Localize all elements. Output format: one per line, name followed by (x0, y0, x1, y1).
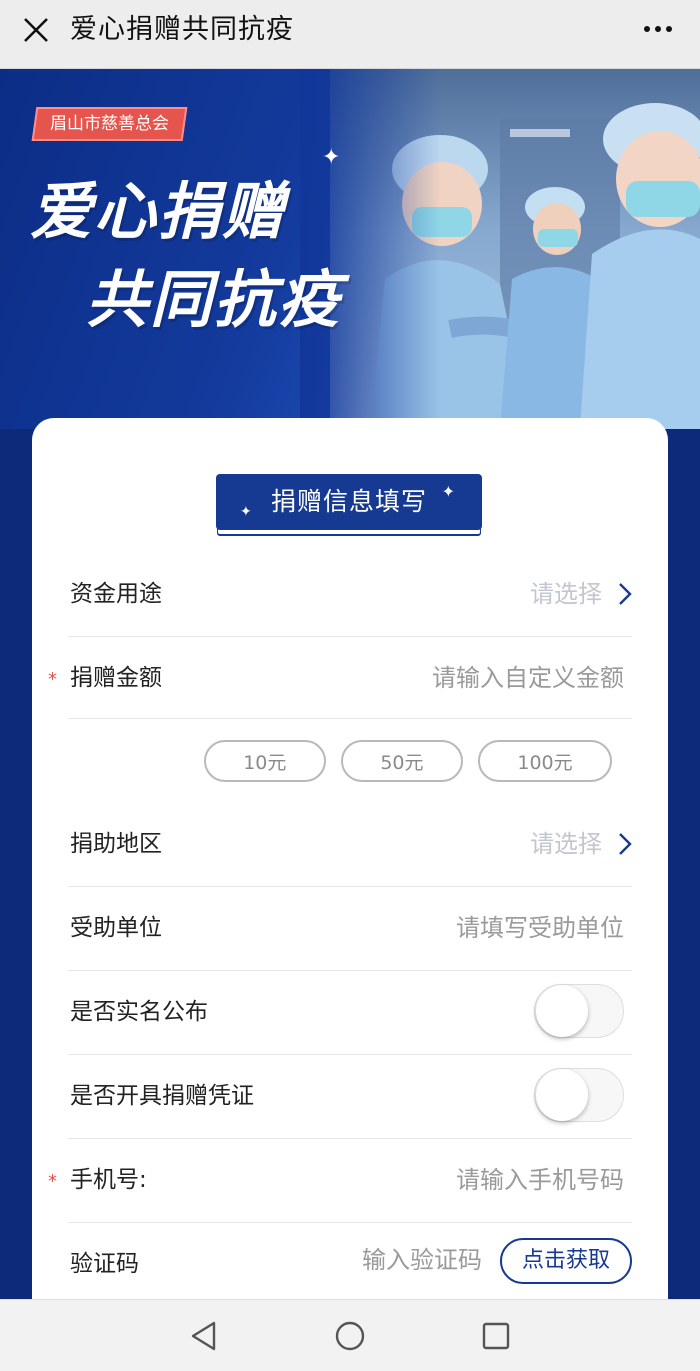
more-icon[interactable] (638, 14, 678, 44)
page: 爱心捐赠共同抗疫 眉山市慈善总会 ✦ 爱心捐赠 共同抗疫 ✦ 捐赠信息填写 ✦ … (0, 0, 700, 1371)
real-name-label: 是否实名公布 (70, 999, 208, 1025)
title-bar: 爱心捐赠共同抗疫 (0, 0, 700, 69)
divider (68, 718, 632, 719)
real-name-toggle[interactable] (534, 984, 624, 1038)
real-name-row: 是否实名公布 (68, 970, 632, 1055)
section-title: ✦ 捐赠信息填写 ✦ (216, 474, 482, 530)
amount-option-100[interactable]: 100元 (478, 740, 612, 782)
amount-options: 10元 50元 100元 (194, 740, 612, 784)
close-icon[interactable] (18, 12, 54, 48)
amount-option-10[interactable]: 10元 (203, 740, 326, 782)
banner-headline-1: 爱心捐赠 (30, 175, 287, 248)
phone-label: 手机号: (70, 1167, 147, 1193)
banner: 眉山市慈善总会 ✦ 爱心捐赠 共同抗疫 (0, 69, 700, 429)
region-select[interactable]: 请选择 (530, 802, 602, 886)
receipt-toggle[interactable] (534, 1068, 624, 1122)
amount-option-50[interactable]: 50元 (340, 740, 463, 782)
home-circle-icon[interactable] (332, 1318, 368, 1354)
sparkle-icon: ✦ (441, 482, 456, 501)
fund-use-select[interactable]: 请选择 (530, 552, 602, 636)
amount-label: 捐赠金额 (70, 665, 162, 691)
code-input[interactable]: 输入验证码 (362, 1222, 482, 1298)
receipt-label: 是否开具捐赠凭证 (70, 1083, 254, 1109)
sparkle-icon: ✦ (240, 504, 253, 520)
recipient-label: 受助单位 (70, 915, 162, 941)
org-badge: 眉山市慈善总会 (31, 107, 188, 141)
recents-square-icon[interactable] (478, 1318, 514, 1354)
donation-form-card: ✦ 捐赠信息填写 ✦ 资金用途 请选择 * 捐赠金额 请输入自定义金额 10元 … (32, 418, 668, 1318)
get-code-button[interactable]: 点击获取 (500, 1238, 632, 1284)
recipient-row: 受助单位 请填写受助单位 (68, 886, 632, 971)
chevron-right-icon (619, 583, 632, 605)
recipient-input[interactable]: 请填写受助单位 (456, 886, 624, 970)
system-nav-bar (0, 1299, 700, 1371)
chevron-right-icon (619, 833, 632, 855)
required-mark: * (48, 669, 57, 690)
fund-use-label: 资金用途 (70, 581, 162, 607)
code-label: 验证码 (70, 1251, 139, 1277)
toggle-knob (536, 985, 588, 1037)
page-title: 爱心捐赠共同抗疫 (70, 14, 294, 45)
code-row: 验证码 输入验证码 点击获取 (68, 1222, 632, 1306)
phone-row: * 手机号: 请输入手机号码 (48, 1138, 632, 1223)
toggle-knob (536, 1069, 588, 1121)
fund-use-row[interactable]: 资金用途 请选择 (68, 552, 632, 637)
amount-input[interactable]: 请输入自定义金额 (432, 636, 624, 720)
back-triangle-icon[interactable] (186, 1318, 222, 1354)
sparkle-icon: ✦ (322, 145, 341, 170)
required-mark: * (48, 1171, 57, 1192)
region-row[interactable]: 捐助地区 请选择 (68, 802, 632, 887)
region-label: 捐助地区 (70, 831, 162, 857)
amount-row: * 捐赠金额 请输入自定义金额 (48, 636, 632, 720)
banner-headline-2: 共同抗疫 (86, 263, 343, 336)
receipt-row: 是否开具捐赠凭证 (68, 1054, 632, 1139)
phone-input[interactable]: 请输入手机号码 (456, 1138, 624, 1222)
